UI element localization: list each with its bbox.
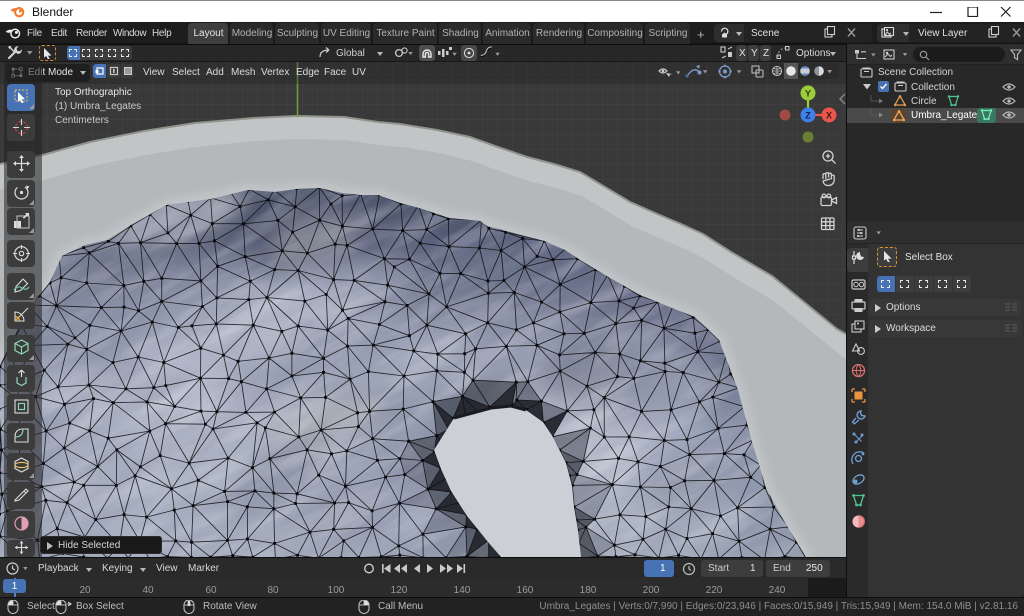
svg-text:Z: Z bbox=[805, 111, 811, 121]
svg-text:Y: Y bbox=[805, 89, 811, 99]
svg-text:X: X bbox=[826, 111, 832, 121]
